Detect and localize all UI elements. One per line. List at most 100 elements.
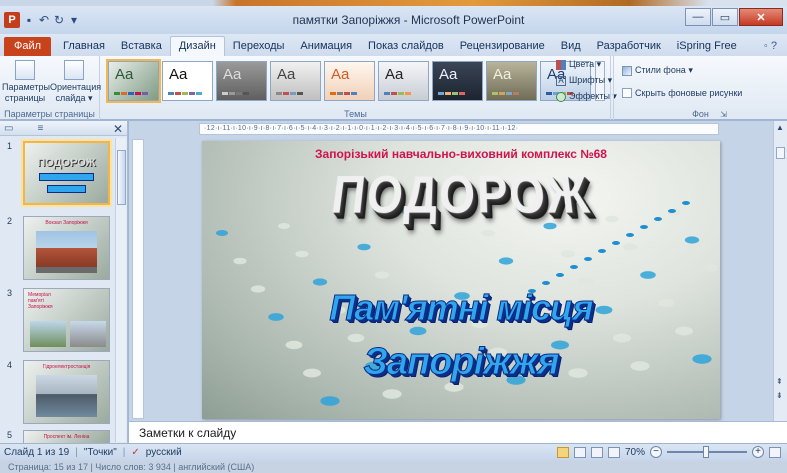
slide-dot — [702, 264, 718, 272]
slides-pane-header: ▭ ≡ — [0, 121, 127, 136]
theme-effects-button[interactable]: Эффекты ▾ — [556, 91, 617, 102]
zoom-out-button[interactable]: − — [650, 446, 662, 458]
customize-qat-icon[interactable]: ▾ — [68, 13, 80, 27]
tab-home[interactable]: Главная — [55, 37, 113, 56]
slide-counter: Слайд 1 из 19 — [4, 447, 70, 458]
previous-slide-icon[interactable]: ⇞ — [776, 377, 783, 386]
fonts-icon: A — [556, 75, 566, 86]
slide-dot — [598, 249, 606, 253]
thumb-caption: Вокзал Запоріжжя — [45, 220, 88, 226]
tab-transitions[interactable]: Переходы — [225, 37, 293, 56]
thumb-wordart — [47, 185, 86, 193]
help-icon[interactable]: ◦ ? — [764, 40, 777, 52]
thumb-photo — [70, 321, 106, 347]
powerpoint-app-icon[interactable]: P — [4, 12, 20, 28]
normal-view-icon[interactable] — [556, 446, 569, 458]
horizontal-ruler[interactable]: ·12·ı·11·ı·10·ı·9·ı·8·ı·7·ı·6·ı·5·ı·4·ı·… — [199, 123, 719, 135]
zoom-in-button[interactable]: + — [752, 446, 764, 458]
background-styles-button[interactable]: Стили фона ▾ — [622, 65, 693, 76]
wordart-zaporizhzhia[interactable]: Запоріжжя — [202, 341, 720, 384]
slide-dot — [584, 257, 592, 261]
tab-file[interactable]: Файл — [4, 37, 52, 56]
tab-design[interactable]: Дизайн — [169, 36, 225, 56]
group-page-setup: Параметры страницы Ориентация слайда ▾ П… — [0, 56, 102, 120]
slide-dot — [233, 257, 247, 265]
themes-group-label: Темы — [344, 109, 367, 119]
spellcheck-icon[interactable]: ✓ — [131, 447, 139, 458]
ribbon-tabs: Файл Главная Вставка Дизайн Переходы Ани… — [0, 34, 787, 56]
zoom-level[interactable]: 70% — [625, 447, 645, 458]
status-bar: Слайд 1 из 19 | "Точки" | ✓ русский 70% … — [0, 443, 787, 461]
fit-to-window-icon[interactable] — [769, 446, 781, 458]
close-pane-icon[interactable]: ✕ — [113, 122, 123, 136]
slide-dot — [684, 236, 700, 244]
zoom-slider-knob[interactable] — [703, 446, 709, 458]
slides-pane: ▭ ≡ ✕ 1 ПОДОРОЖ 2 Вокзал Запоріжжя 3 Мем… — [0, 121, 128, 444]
theme-orange[interactable]: Aa — [324, 61, 375, 101]
theme-dots[interactable]: Aa — [106, 59, 161, 103]
language-indicator[interactable]: русский — [146, 447, 182, 458]
tab-view[interactable]: Вид — [553, 37, 589, 56]
maximize-button[interactable]: ▭ — [712, 8, 738, 26]
view-controls: 70% − + — [556, 446, 781, 458]
scrollbar-thumb[interactable] — [117, 150, 126, 205]
colors-icon — [556, 59, 566, 70]
orientation-label: Ориентация слайда ▾ — [50, 82, 102, 103]
tab-animations[interactable]: Анимация — [292, 37, 360, 56]
close-button[interactable]: ✕ — [739, 8, 783, 26]
minimize-button[interactable]: — — [685, 8, 711, 26]
hide-graphics-checkbox[interactable] — [622, 88, 632, 98]
theme-olive[interactable]: Aa — [486, 61, 537, 101]
slide-dot — [560, 250, 576, 258]
theme-grey[interactable]: Aa — [216, 61, 267, 101]
current-slide[interactable]: Запорізький навчально-виховний комплекс … — [202, 141, 720, 419]
zoom-slider[interactable] — [667, 446, 747, 458]
page-setup-group-label: Параметры страницы — [4, 109, 95, 119]
wordart-podorozh[interactable]: ПОДОРОЖ — [202, 164, 720, 226]
scroll-up-icon[interactable]: ▲ — [776, 123, 784, 132]
dialog-launcher-icon[interactable]: ⇲ — [720, 110, 727, 119]
slide-dot — [382, 389, 402, 399]
theme-colors-button[interactable]: Цвета ▾ — [556, 59, 601, 70]
theme-sample-text: Aa — [385, 66, 404, 83]
slide-number: 3 — [7, 288, 13, 298]
slide-dot — [578, 278, 594, 286]
theme-lines[interactable]: Aa — [270, 61, 321, 101]
wordart-memorable-places[interactable]: Пам'ятні місця — [202, 287, 720, 329]
reading-view-icon[interactable] — [590, 446, 603, 458]
theme-office[interactable]: Aa — [162, 61, 213, 101]
redo-icon[interactable]: ↻ — [53, 13, 65, 27]
scrollbar-thumb[interactable] — [776, 147, 785, 159]
slide-sorter-icon[interactable] — [573, 446, 586, 458]
thumb-photo — [36, 375, 97, 417]
thumb-caption: Гідроелектростанція — [42, 364, 91, 370]
save-icon[interactable]: ▪ — [23, 13, 35, 27]
next-slide-icon[interactable]: ⇟ — [776, 391, 783, 400]
tab-review[interactable]: Рецензирование — [452, 37, 553, 56]
tab-developer[interactable]: Разработчик — [589, 37, 669, 56]
theme-effects-label: Эффекты ▾ — [569, 91, 617, 101]
page-setup-button[interactable]: Параметры страницы — [2, 60, 50, 104]
slide-dot — [419, 236, 433, 244]
hide-background-graphics[interactable]: Скрыть фоновые рисунки — [622, 88, 742, 98]
undo-icon[interactable]: ↶ — [38, 13, 50, 27]
tab-insert[interactable]: Вставка — [113, 37, 170, 56]
theme-sample-text: Aa — [277, 66, 296, 83]
slideshow-icon[interactable] — [607, 446, 620, 458]
hide-graphics-label: Скрыть фоновые рисунки — [635, 88, 743, 98]
vertical-ruler[interactable] — [132, 139, 144, 419]
theme-silver[interactable]: Aa — [378, 61, 429, 101]
theme-dark[interactable]: Aa — [432, 61, 483, 101]
theme-colors-label: Цвета ▾ — [569, 59, 602, 69]
quick-access-toolbar: P ▪ ↶ ↻ ▾ — [0, 12, 120, 28]
tab-slideshow[interactable]: Показ слайдов — [360, 37, 452, 56]
editor-scrollbar[interactable]: ▲ ⇞ ⇟ — [773, 121, 787, 421]
notes-pane[interactable]: Заметки к слайду — [129, 421, 787, 443]
tab-ispring[interactable]: iSpring Free — [669, 37, 745, 56]
theme-fonts-button[interactable]: A Шрифты ▾ — [556, 75, 612, 86]
slides-pane-scrollbar[interactable] — [115, 138, 126, 442]
slide-orientation-button[interactable]: Ориентация слайда ▾ — [50, 60, 102, 104]
outline-tab-icon[interactable]: ≡ — [37, 123, 43, 134]
slides-tab-icon[interactable]: ▭ — [4, 123, 13, 134]
slide-school-title[interactable]: Запорізький навчально-виховний комплекс … — [202, 147, 720, 161]
